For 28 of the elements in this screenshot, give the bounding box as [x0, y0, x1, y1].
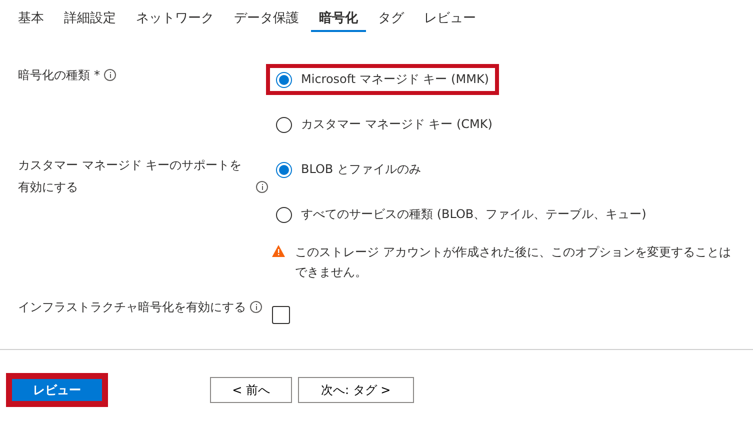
- radio-button[interactable]: [276, 72, 292, 88]
- info-icon[interactable]: [104, 69, 116, 81]
- warning-icon: [272, 245, 285, 257]
- info-icon[interactable]: [256, 181, 268, 193]
- nav-button[interactable]: 次へ: タグ >: [298, 377, 414, 403]
- tab[interactable]: タグ: [370, 6, 412, 32]
- info-icon[interactable]: [250, 301, 262, 313]
- review-button[interactable]: レビュー: [12, 379, 102, 401]
- option-label: カスタマー マネージド キー (CMK): [301, 116, 492, 133]
- tab[interactable]: 暗号化: [311, 6, 366, 32]
- option-label: すべてのサービスの種類 (BLOB、ファイル、テーブル、キュー): [301, 206, 646, 223]
- warning-text: このストレージ アカウントが作成された後に、このオプションを変更することはできません。: [295, 244, 732, 281]
- radio-button[interactable]: [276, 162, 292, 178]
- tab[interactable]: 詳細設定: [56, 6, 124, 32]
- radio-button[interactable]: [276, 116, 292, 132]
- option-label: Microsoft マネージド キー (MMK): [301, 71, 489, 88]
- option-label: BLOB とファイルのみ: [301, 161, 421, 178]
- field-label: インフラストラクチャ暗号化を有効にする: [18, 299, 246, 316]
- checkbox[interactable]: [272, 306, 290, 324]
- field-label: 暗号化の種類: [18, 67, 90, 84]
- field-label: カスタマー マネージド キーのサポートを有効にする: [18, 157, 243, 196]
- tab[interactable]: 基本: [10, 6, 52, 32]
- tab[interactable]: ネットワーク: [128, 6, 222, 32]
- radio-button[interactable]: [276, 206, 292, 222]
- tab[interactable]: データ保護: [226, 6, 307, 32]
- nav-button[interactable]: < 前へ: [210, 377, 292, 403]
- tab[interactable]: レビュー: [416, 6, 484, 32]
- required-mark: *: [94, 67, 100, 84]
